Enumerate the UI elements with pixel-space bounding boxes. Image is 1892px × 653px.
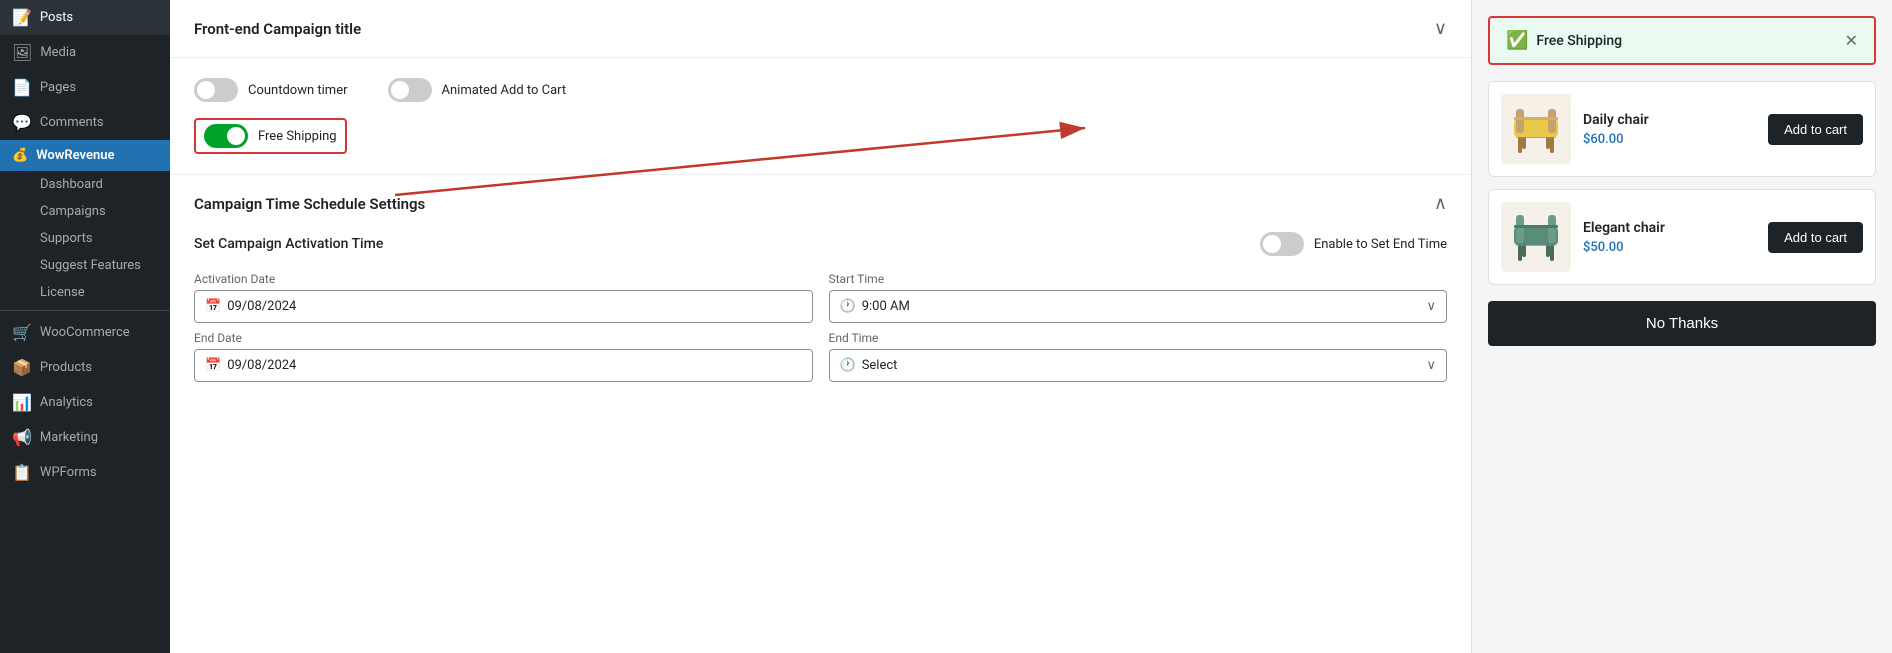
sidebar-item-media[interactable]: 🖼 Media — [0, 35, 170, 70]
banner-content: ✅ Free Shipping — [1506, 30, 1622, 51]
no-thanks-button[interactable]: No Thanks — [1488, 301, 1876, 346]
end-calendar-icon: 📅 — [205, 358, 221, 373]
end-time-chevron-icon: ∨ — [1426, 358, 1436, 373]
chair-elegant-svg — [1506, 207, 1566, 267]
free-shipping-slider — [204, 124, 248, 148]
free-shipping-box: Free Shipping — [194, 118, 347, 154]
toggles-section: Countdown timer Animated Add to Cart — [170, 58, 1471, 174]
product-card-2: Elegant chair $50.00 Add to cart — [1488, 189, 1876, 285]
product-info-1: Daily chair $60.00 — [1583, 112, 1756, 147]
countdown-timer-toggle[interactable] — [194, 78, 238, 102]
sidebar-item-dashboard[interactable]: Dashboard — [28, 171, 170, 198]
animated-cart-label: Animated Add to Cart — [442, 83, 567, 98]
end-time-col: End Time 🕐 Select ∨ — [829, 331, 1448, 382]
main-area: Front-end Campaign title ∨ Countdown tim… — [170, 0, 1892, 653]
sidebar-item-marketing[interactable]: 📢 Marketing — [0, 420, 170, 455]
preview-panel: ✅ Free Shipping ✕ — [1472, 0, 1892, 653]
end-date-col: End Date 📅 09/08/2024 — [194, 331, 813, 382]
date-time-grid: Activation Date 📅 09/08/2024 Start Time … — [194, 272, 1447, 382]
sidebar-item-wowrevenue[interactable]: 💰 WowRevenue — [0, 140, 170, 171]
wpforms-icon: 📋 — [12, 463, 32, 482]
product-info-2: Elegant chair $50.00 — [1583, 220, 1756, 255]
sidebar-item-analytics[interactable]: 📊 Analytics — [0, 385, 170, 420]
activation-date-input[interactable]: 📅 09/08/2024 — [194, 290, 813, 323]
sidebar-item-supports[interactable]: Supports — [28, 225, 170, 252]
campaign-body: Set Campaign Activation Time Enable to S… — [170, 232, 1471, 422]
end-date-label: End Date — [194, 331, 813, 345]
countdown-timer-slider — [194, 78, 238, 102]
product-price-2: $50.00 — [1583, 240, 1756, 255]
activation-date-col: Activation Date 📅 09/08/2024 — [194, 272, 813, 323]
end-time-label: Enable to Set End Time — [1314, 237, 1447, 252]
campaign-time-chevron: ∧ — [1434, 193, 1447, 214]
animated-cart-toggle[interactable] — [388, 78, 432, 102]
posts-icon: 📝 — [12, 8, 32, 27]
settings-panel: Front-end Campaign title ∨ Countdown tim… — [170, 0, 1472, 653]
end-date-input[interactable]: 📅 09/08/2024 — [194, 349, 813, 382]
analytics-icon: 📊 — [12, 393, 32, 412]
toggle-group: Countdown timer Animated Add to Cart — [194, 78, 1447, 102]
product-name-1: Daily chair — [1583, 112, 1756, 128]
activation-date-label: Activation Date — [194, 272, 813, 286]
campaign-time-header[interactable]: Campaign Time Schedule Settings ∧ — [170, 175, 1471, 232]
product-image-1 — [1501, 94, 1571, 164]
sidebar-item-woocommerce[interactable]: 🛒 WooCommerce — [0, 315, 170, 350]
free-shipping-toggle-item: Free Shipping — [204, 124, 337, 148]
frontend-title-heading: Front-end Campaign title — [194, 20, 361, 38]
media-icon: 🖼 — [12, 43, 32, 62]
end-time-select[interactable]: 🕐 Select ∨ — [829, 349, 1448, 382]
end-time-field-label: End Time — [829, 331, 1448, 345]
start-time-chevron: ∨ — [1426, 299, 1436, 314]
products-icon: 📦 — [12, 358, 32, 377]
free-shipping-toggle[interactable] — [204, 124, 248, 148]
end-time-toggle[interactable] — [1260, 232, 1304, 256]
pages-icon: 📄 — [12, 78, 32, 97]
animated-cart-slider — [388, 78, 432, 102]
sidebar-item-products[interactable]: 📦 Products — [0, 350, 170, 385]
frontend-title-chevron: ∨ — [1434, 18, 1447, 39]
product-name-2: Elegant chair — [1583, 220, 1756, 236]
chair-daily-svg — [1506, 99, 1566, 159]
start-time-label: Start Time — [829, 272, 1448, 286]
clock-icon: 🕐 — [840, 299, 856, 314]
campaign-time-section: Campaign Time Schedule Settings ∧ Set Ca… — [170, 174, 1471, 422]
sidebar-item-wpforms[interactable]: 📋 WPForms — [0, 455, 170, 490]
activation-time-row: Set Campaign Activation Time Enable to S… — [194, 232, 1447, 256]
calendar-icon: 📅 — [205, 299, 221, 314]
product-price-1: $60.00 — [1583, 132, 1756, 147]
sidebar-item-license[interactable]: License — [28, 279, 170, 306]
add-to-cart-button-2[interactable]: Add to cart — [1768, 222, 1863, 253]
add-to-cart-button-1[interactable]: Add to cart — [1768, 114, 1863, 145]
frontend-title-section[interactable]: Front-end Campaign title ∨ — [170, 0, 1471, 58]
free-shipping-label: Free Shipping — [258, 129, 337, 144]
sidebar-item-posts[interactable]: 📝 Posts — [0, 0, 170, 35]
start-time-select[interactable]: 🕐 9:00 AM ∨ — [829, 290, 1448, 323]
start-time-col: Start Time 🕐 9:00 AM ∨ — [829, 272, 1448, 323]
countdown-timer-toggle-item: Countdown timer — [194, 78, 348, 102]
sidebar: 📝 Posts 🖼 Media 📄 Pages 💬 Comments 💰 Wow… — [0, 0, 170, 653]
wowrevenue-icon: 💰 — [12, 148, 28, 163]
comments-icon: 💬 — [12, 113, 32, 132]
countdown-timer-label: Countdown timer — [248, 83, 348, 98]
marketing-icon: 📢 — [12, 428, 32, 447]
product-card-1: Daily chair $60.00 Add to cart — [1488, 81, 1876, 177]
woocommerce-icon: 🛒 — [12, 323, 32, 342]
end-time-slider — [1260, 232, 1304, 256]
banner-text: Free Shipping — [1536, 33, 1622, 49]
end-time-toggle-item: Enable to Set End Time — [1260, 232, 1447, 256]
campaign-time-heading: Campaign Time Schedule Settings — [194, 195, 425, 213]
activation-time-label: Set Campaign Activation Time — [194, 236, 383, 252]
animated-cart-toggle-item: Animated Add to Cart — [388, 78, 567, 102]
product-image-2 — [1501, 202, 1571, 272]
sidebar-item-pages[interactable]: 📄 Pages — [0, 70, 170, 105]
close-button[interactable]: ✕ — [1845, 31, 1858, 50]
sidebar-item-campaigns[interactable]: Campaigns — [28, 198, 170, 225]
sidebar-item-comments[interactable]: 💬 Comments — [0, 105, 170, 140]
sidebar-item-suggest[interactable]: Suggest Features — [28, 252, 170, 279]
free-shipping-banner: ✅ Free Shipping ✕ — [1488, 16, 1876, 65]
check-circle-icon: ✅ — [1506, 30, 1528, 51]
end-clock-icon: 🕐 — [840, 358, 856, 373]
